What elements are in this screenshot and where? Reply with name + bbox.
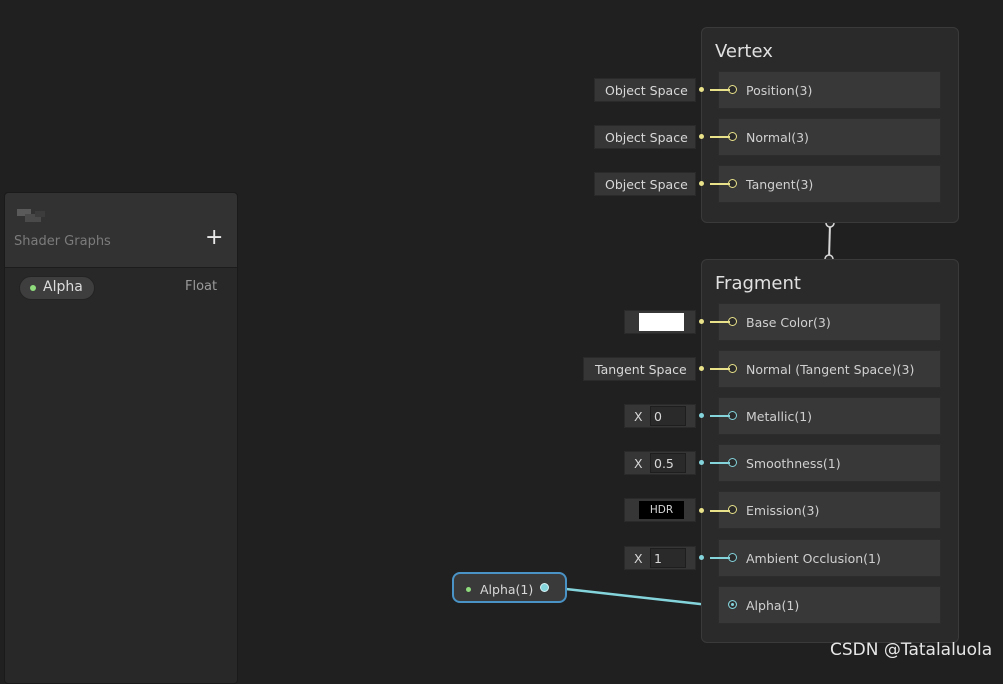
float-type-dot-icon [30, 285, 36, 291]
input-port-dot [699, 413, 704, 418]
input-wire [710, 415, 730, 417]
input-port-dot [699, 555, 704, 560]
smoothness-input[interactable]: X 0.5 [624, 451, 696, 475]
input-wire [710, 183, 730, 185]
vertex-slot-tangent[interactable]: Tangent(3) [718, 165, 941, 203]
float-port-connected-icon[interactable] [728, 600, 737, 609]
slot-label: Normal(3) [746, 130, 809, 145]
axis-label: X [634, 409, 643, 424]
add-property-button[interactable]: + [205, 227, 223, 249]
input-port-dot [699, 134, 704, 139]
slot-label: Smoothness(1) [746, 456, 841, 471]
input-wire [710, 89, 730, 91]
watermark: CSDN @Tatalaluola [830, 640, 993, 660]
vertex-slot-position[interactable]: Position(3) [718, 71, 941, 109]
output-port-icon[interactable] [540, 583, 549, 592]
color-swatch[interactable] [639, 313, 684, 331]
blackboard-header: Shader Graphs + [5, 193, 237, 268]
input-wire [710, 557, 730, 559]
dropdown-value: Object Space [605, 177, 688, 192]
field-value: 0 [654, 409, 662, 424]
fragment-title: Fragment [715, 273, 801, 294]
property-node-label: Alpha(1) [480, 582, 534, 597]
shader-graph-logo-icon [17, 209, 45, 222]
float-type-dot-icon [466, 587, 471, 592]
input-wire [710, 462, 730, 464]
input-wire [710, 136, 730, 138]
fragment-slot-smoothness[interactable]: Smoothness(1) [718, 444, 941, 482]
property-pill-alpha[interactable]: Alpha [19, 276, 95, 300]
alpha-property-node[interactable]: Alpha(1) [452, 572, 567, 603]
input-port-dot [699, 181, 704, 186]
vertex-title: Vertex [715, 41, 773, 62]
input-port-dot [699, 87, 704, 92]
normal-space-dropdown[interactable]: Object Space [594, 125, 696, 149]
slot-label: Base Color(3) [746, 315, 831, 330]
fragment-slot-base-color[interactable]: Base Color(3) [718, 303, 941, 341]
smoothness-value-field[interactable]: 0.5 [650, 453, 686, 473]
fragment-slot-ambient-occlusion[interactable]: Ambient Occlusion(1) [718, 539, 941, 577]
fragment-slot-alpha[interactable]: Alpha(1) [718, 586, 941, 624]
input-wire [710, 368, 730, 370]
position-space-dropdown[interactable]: Object Space [594, 78, 696, 102]
fragment-slot-normal[interactable]: Normal (Tangent Space)(3) [718, 350, 941, 388]
blackboard-subtitle: Shader Graphs [14, 234, 111, 249]
input-port-dot [699, 319, 704, 324]
slot-label: Ambient Occlusion(1) [746, 551, 881, 566]
input-port-dot [699, 460, 704, 465]
axis-label: X [634, 551, 643, 566]
hdr-label: HDR [649, 504, 674, 516]
hdr-swatch[interactable]: HDR [639, 501, 684, 519]
axis-label: X [634, 456, 643, 471]
field-value: 1 [654, 551, 662, 566]
slot-label: Normal (Tangent Space)(3) [746, 362, 915, 377]
dropdown-value: Tangent Space [595, 362, 687, 377]
vertex-fragment-link [828, 223, 831, 260]
emission-color-field[interactable]: HDR [624, 498, 696, 522]
field-value: 0.5 [654, 456, 674, 471]
input-wire [710, 510, 730, 512]
tangent-space-dropdown[interactable]: Object Space [594, 172, 696, 196]
property-type[interactable]: Float [185, 279, 217, 294]
slot-label: Metallic(1) [746, 409, 813, 424]
vertex-slot-normal[interactable]: Normal(3) [718, 118, 941, 156]
metallic-input[interactable]: X 0 [624, 404, 696, 428]
slot-label: Emission(3) [746, 503, 820, 518]
input-port-dot [699, 366, 704, 371]
dropdown-value: Object Space [605, 130, 688, 145]
input-port-dot [699, 508, 704, 513]
input-wire [710, 321, 730, 323]
property-name: Alpha [43, 279, 83, 295]
blackboard-panel: Shader Graphs + Alpha Float [4, 192, 238, 684]
fragment-slot-emission[interactable]: Emission(3) [718, 491, 941, 529]
ambient-occlusion-value-field[interactable]: 1 [650, 548, 686, 568]
base-color-field[interactable] [624, 310, 696, 334]
dropdown-value: Object Space [605, 83, 688, 98]
slot-label: Alpha(1) [746, 598, 800, 613]
ambient-occlusion-input[interactable]: X 1 [624, 546, 696, 570]
fragment-slot-metallic[interactable]: Metallic(1) [718, 397, 941, 435]
normal-space-dropdown[interactable]: Tangent Space [583, 357, 696, 381]
slot-label: Tangent(3) [746, 177, 814, 192]
metallic-value-field[interactable]: 0 [650, 406, 686, 426]
slot-label: Position(3) [746, 83, 813, 98]
